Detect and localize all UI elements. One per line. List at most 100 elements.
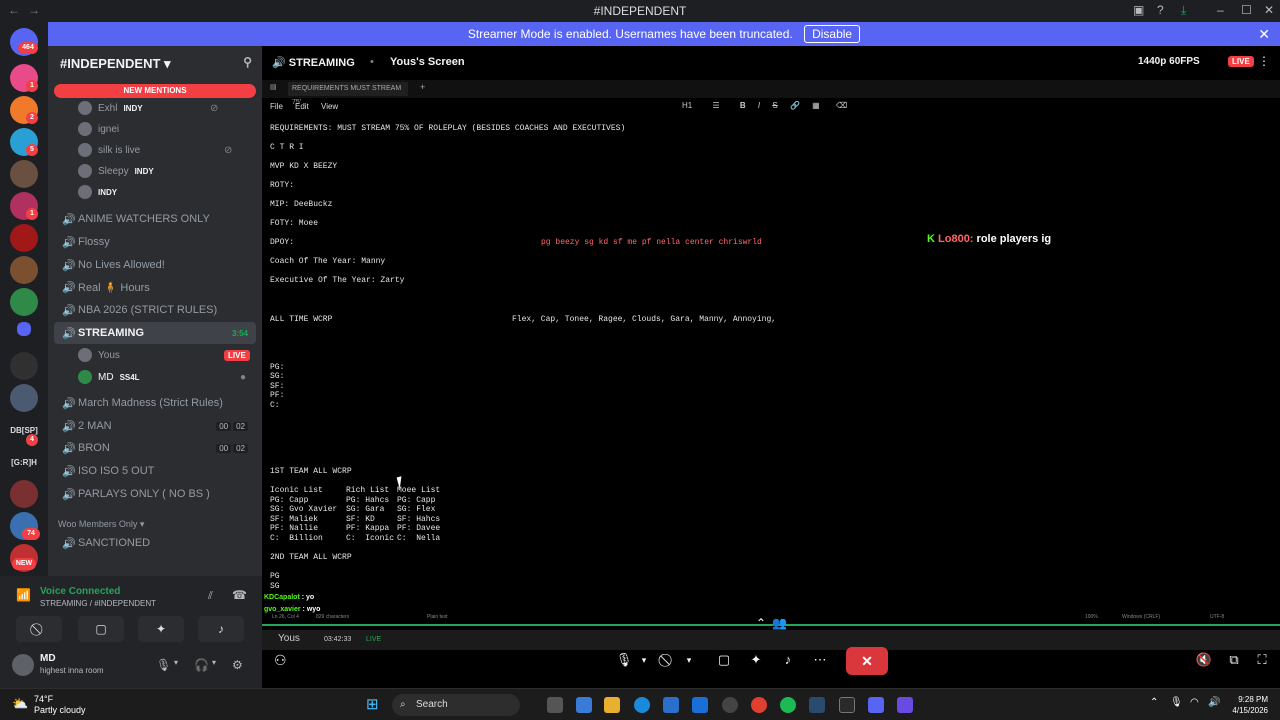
soundboard-button[interactable]: ♪ <box>198 616 244 642</box>
notepad-tab[interactable]: REQUIREMENTS MUST STREAM 75' <box>288 82 408 106</box>
soundboard-icon[interactable]: ♪ <box>774 650 802 670</box>
edge-icon[interactable] <box>634 697 650 713</box>
disconnect-button[interactable]: ✕ <box>846 647 888 675</box>
copilot-icon[interactable] <box>576 697 592 713</box>
voice-user-self[interactable]: MD SS4L ● <box>78 367 246 387</box>
voice-channel[interactable]: 🔊 2 MAN 00 02 <box>54 415 256 437</box>
app-grid-icon[interactable] <box>897 697 913 713</box>
server-icon[interactable] <box>10 384 38 412</box>
spotify-icon[interactable] <box>780 697 796 713</box>
inbox-icon[interactable]: ▣ <box>1133 3 1144 17</box>
taskbar-search[interactable]: ⌕ Search <box>392 694 520 716</box>
server-icon[interactable] <box>10 256 38 284</box>
maximize-icon[interactable]: ☐ <box>1241 3 1252 17</box>
volume-mute-icon[interactable]: 🔇 <box>1190 650 1218 670</box>
server-text-icon[interactable]: [G:R]H <box>2 458 46 467</box>
link-icon[interactable]: 🔗 <box>790 101 800 110</box>
clear-format-icon[interactable]: ⌫ <box>836 101 847 110</box>
voice-user[interactable]: Yous LIVE <box>78 345 250 365</box>
italic-icon[interactable]: I <box>758 101 760 110</box>
chevron-down-icon[interactable]: ▾ <box>212 658 216 667</box>
discord-icon[interactable] <box>868 697 884 713</box>
steam-icon[interactable] <box>809 697 825 713</box>
volume-icon[interactable]: 🔊 <box>1208 697 1220 708</box>
chevron-down-icon[interactable]: ▾ <box>174 658 178 667</box>
xbox-icon[interactable] <box>839 697 855 713</box>
close-banner-icon[interactable]: ✕ <box>1258 22 1270 46</box>
tray-chevron-icon[interactable]: ⌃ <box>1150 697 1158 708</box>
windows-start-icon[interactable]: ⊞ <box>366 695 379 713</box>
voice-user[interactable]: Sleepy INDY <box>78 161 154 181</box>
voice-channel[interactable]: 🔊 Real 🧍 Hours <box>54 276 256 298</box>
weather-icon[interactable]: ⛅ <box>12 696 28 712</box>
close-window-icon[interactable]: ✕ <box>1264 3 1274 17</box>
voice-channel[interactable]: 🔊 BRON 00 02 <box>54 437 256 459</box>
server-icon[interactable] <box>10 480 38 508</box>
more-options-icon[interactable]: ⋮ <box>1258 54 1270 68</box>
voice-channel-streaming[interactable]: 🔊 STREAMING 3:54 <box>54 322 256 344</box>
voice-channel[interactable]: 🔊 NBA 2026 (STRICT RULES) <box>54 299 256 321</box>
microphone-icon[interactable]: 🎙 <box>156 658 171 672</box>
voice-channel[interactable]: 🔊 March Madness (Strict Rules) <box>54 392 256 414</box>
voice-channel[interactable]: 🔊 Flossy <box>54 231 256 253</box>
stream-quality[interactable]: 1440p 60FPS <box>1138 56 1200 67</box>
stream-view[interactable]: ▤ REQUIREMENTS MUST STREAM 75' + File Ed… <box>262 80 1280 622</box>
server-text-icon[interactable]: DB[SP] <box>2 426 46 435</box>
server-icon[interactable] <box>10 352 38 380</box>
minimize-icon[interactable]: – <box>1217 3 1224 17</box>
voice-user[interactable]: silk is live ⊘ <box>78 140 232 160</box>
screenshare-icon[interactable]: ▢ <box>710 650 738 670</box>
activities-button[interactable]: ✦ <box>138 616 184 642</box>
voice-user[interactable]: ignei <box>78 119 119 139</box>
task-view-icon[interactable] <box>547 697 563 713</box>
disconnect-icon[interactable]: ☎ <box>232 588 247 602</box>
category-header[interactable]: Woo Members Only ▾ <box>58 519 144 530</box>
signal-icon[interactable]: 📶 <box>16 588 31 602</box>
add-people-icon[interactable]: ⚇ <box>274 652 287 669</box>
app-icon[interactable] <box>722 697 738 713</box>
more-icon[interactable]: ⋯ <box>806 650 834 670</box>
menu-file[interactable]: File <box>270 102 283 111</box>
server-icon[interactable] <box>10 224 38 252</box>
bold-icon[interactable]: B <box>740 101 746 110</box>
tray-mic-icon[interactable]: 🎙 <box>1170 697 1183 708</box>
menu-view[interactable]: View <box>321 102 338 111</box>
voice-location[interactable]: STREAMING / #INDEPENDENT <box>40 599 156 608</box>
avatar[interactable] <box>12 654 34 676</box>
list-icon[interactable]: ☰ <box>712 101 719 110</box>
server-header[interactable]: #INDEPENDENT ▾ ⚲ <box>48 46 262 78</box>
settings-gear-icon[interactable]: ⚙ <box>232 658 243 672</box>
outlook-icon[interactable] <box>692 697 708 713</box>
camera-off-button[interactable]: ⃠ <box>16 616 62 642</box>
download-icon[interactable]: ⤓ <box>1181 3 1186 18</box>
chrome-icon[interactable] <box>751 697 767 713</box>
help-icon[interactable]: ? <box>1157 3 1164 17</box>
screenshare-button[interactable]: ▢ <box>78 616 124 642</box>
headphones-icon[interactable]: 🎧 <box>194 658 209 672</box>
voice-user[interactable]: Exhl INDY ⊘ <box>78 98 218 118</box>
disable-streamer-button[interactable]: Disable <box>804 25 861 43</box>
weather-widget[interactable]: 74°F Partly cloudy <box>34 694 86 716</box>
wifi-icon[interactable]: ◠ <box>1190 697 1199 708</box>
new-tab-icon[interactable]: + <box>420 82 425 92</box>
voice-channel[interactable]: 🔊 ANIME WATCHERS ONLY <box>54 208 256 230</box>
collapse-chevron-icon[interactable]: ⌃ <box>756 616 766 630</box>
add-member-icon[interactable]: ⚲ <box>243 55 252 69</box>
voice-channel[interactable]: 🔊 SANCTIONED <box>54 532 256 554</box>
activities-icon[interactable]: ✦ <box>742 650 770 670</box>
voice-channel[interactable]: 🔊 ISO ISO 5 OUT <box>54 460 256 482</box>
table-icon[interactable]: ▦ <box>812 101 820 110</box>
file-explorer-icon[interactable] <box>604 697 620 713</box>
new-mentions-pill[interactable]: NEW MENTIONS <box>54 84 256 98</box>
popout-icon[interactable]: ⧉ <box>1220 650 1248 670</box>
participants-icon[interactable]: 👥 <box>772 616 787 630</box>
strikethrough-icon[interactable]: S <box>772 101 777 110</box>
heading-dropdown[interactable]: H1 <box>682 101 692 110</box>
menu-edit[interactable]: Edit <box>295 102 309 111</box>
noise-suppression-icon[interactable]: ⫽ <box>208 590 213 603</box>
chevron-down-icon[interactable]: ▾ <box>675 650 703 670</box>
voice-channel[interactable]: 🔊 No Lives Allowed! <box>54 254 256 276</box>
taskbar-clock[interactable]: 9:28 PM 4/15/2026 <box>1232 694 1268 716</box>
voice-channel[interactable]: 🔊 PARLAYS ONLY ( NO BS ) <box>54 483 256 505</box>
fullscreen-icon[interactable]: ⛶ <box>1248 650 1276 670</box>
